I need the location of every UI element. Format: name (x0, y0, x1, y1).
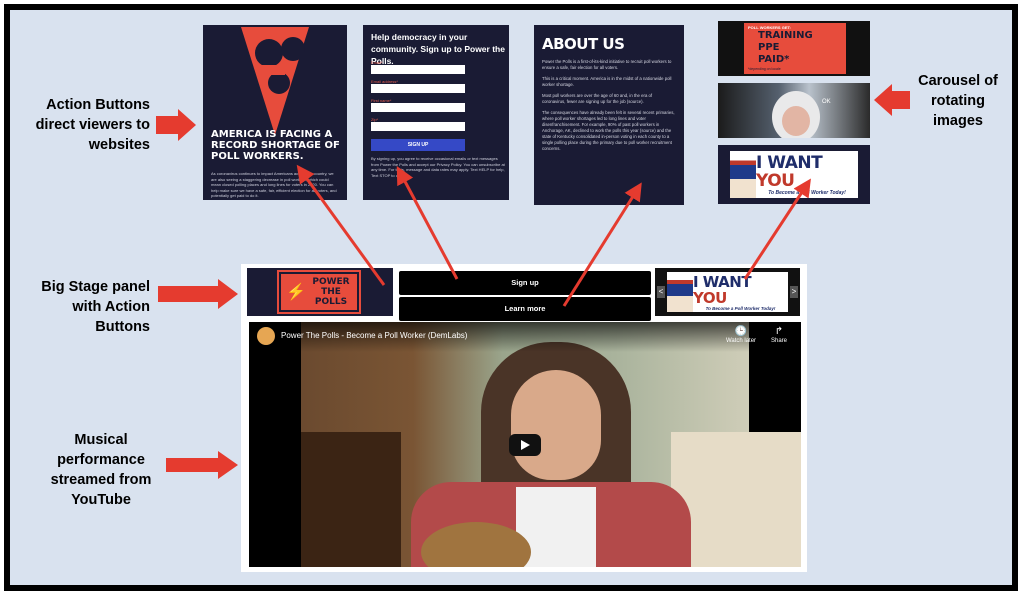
logo-badge: ⚡ POWER THE POLLS (279, 272, 359, 312)
i-want-you-poster: I WANT YOU To Become a Poll Worker Today… (730, 151, 858, 198)
callout-big-stage: Big Stage panel with Action Buttons (41, 279, 150, 335)
share-label: Share (770, 338, 787, 344)
poster-tagline: To Become a Poll Worker Today! (768, 189, 846, 196)
slide-tagline: To Become a Poll Worker Today! (705, 305, 776, 311)
about-heading: ABOUT US (542, 35, 625, 53)
video-title[interactable]: Power The Polls - Become a Poll Worker (… (281, 331, 467, 340)
callout-musical: Musical performance streamed from YouTub… (50, 432, 152, 508)
i-want-you-slide: I WANT YOU To Become a Poll Worker Today… (667, 272, 788, 312)
watch-later-button[interactable]: 🕒 Watch later (721, 326, 761, 344)
learn-more-button[interactable]: Learn more (399, 297, 651, 321)
share-button[interactable]: ↱ Share (759, 326, 799, 344)
ad-item: PAID* (758, 54, 790, 65)
photo-caption: OK (822, 99, 831, 105)
channel-avatar[interactable] (257, 327, 275, 345)
lightning-icon: ⚡ (286, 284, 306, 301)
ad-item: TRAINING (758, 30, 813, 41)
zip-field[interactable] (371, 122, 465, 131)
america-title: AMERICA IS FACING A RECORD SHORTAGE OF P… (211, 129, 340, 162)
about-paragraph: Power the Polls is a first-of-its-kind i… (542, 59, 672, 70)
power-the-polls-logo: ⚡ POWER THE POLLS (247, 268, 393, 316)
uncle-sam-figure (667, 272, 693, 312)
i-want-text: I WANT (756, 152, 823, 173)
email-field[interactable] (371, 65, 465, 74)
video-shelf (301, 432, 401, 567)
stage-carousel: I WANT YOU To Become a Poll Worker Today… (655, 268, 800, 316)
ad-item: PPE (758, 42, 780, 53)
first-name-field[interactable] (371, 103, 465, 112)
email-address-field[interactable] (371, 84, 465, 93)
video-performer-face (511, 370, 601, 480)
poll-worker-benefits-ad: POLL WORKERS GET: TRAINING PPE PAID* *de… (744, 23, 846, 74)
about-paragraph: The consequences have already been felt … (542, 110, 675, 151)
logo-line: THE POLLS (314, 287, 348, 307)
america-shortage-panel: AMERICA IS FACING A RECORD SHORTAGE OF P… (203, 25, 347, 200)
carousel-prev-button[interactable]: < (657, 286, 665, 298)
ad-footnote: *depending on locale (748, 67, 781, 71)
signup-heading: Help democracy in your community. Sign u… (371, 32, 505, 66)
logo-line: POWER (312, 277, 350, 287)
signup-form-panel: Help democracy in your community. Sign u… (363, 25, 509, 200)
play-button[interactable] (509, 434, 541, 456)
carousel-next-button[interactable]: > (790, 286, 798, 298)
about-body: Power the Polls is a first-of-its-kind i… (542, 59, 676, 152)
about-paragraph: This is a critical moment. America is in… (542, 76, 672, 87)
carousel-thumb-i-want-you: I WANT YOU To Become a Poll Worker Today… (718, 145, 870, 204)
carousel-thumb-ad: POLL WORKERS GET: TRAINING PPE PAID* *de… (718, 21, 870, 76)
you-text: YOU (693, 288, 727, 307)
person-hood-photo (772, 91, 820, 138)
clock-icon: 🕒 (734, 326, 748, 337)
signup-disclaimer: By signing up, you agree to receive occa… (371, 156, 505, 178)
carousel-thumb-photo: OK (718, 83, 870, 138)
about-us-panel: ABOUT US Power the Polls is a first-of-i… (534, 25, 684, 205)
form-signup-button[interactable]: SIGN UP (371, 139, 465, 151)
youtube-title-bar: Power The Polls - Become a Poll Worker (… (249, 322, 801, 352)
about-paragraph: Most poll workers are over the age of 60… (542, 93, 653, 104)
america-body: As coronavirus continues to impact Ameri… (211, 171, 337, 198)
callout-action-buttons: Action Buttons direct viewers to website… (35, 97, 150, 153)
watch-later-label: Watch later (725, 338, 757, 344)
signup-button[interactable]: Sign up (399, 271, 651, 295)
you-text: YOU (756, 170, 795, 191)
youtube-embed[interactable]: Power The Polls - Become a Poll Worker (… (249, 322, 801, 567)
uncle-sam-figure (730, 151, 756, 198)
protest-artwork (203, 25, 347, 145)
callout-carousel: Carousel of rotating images (918, 73, 998, 129)
share-arrow-icon: ↱ (774, 326, 784, 337)
